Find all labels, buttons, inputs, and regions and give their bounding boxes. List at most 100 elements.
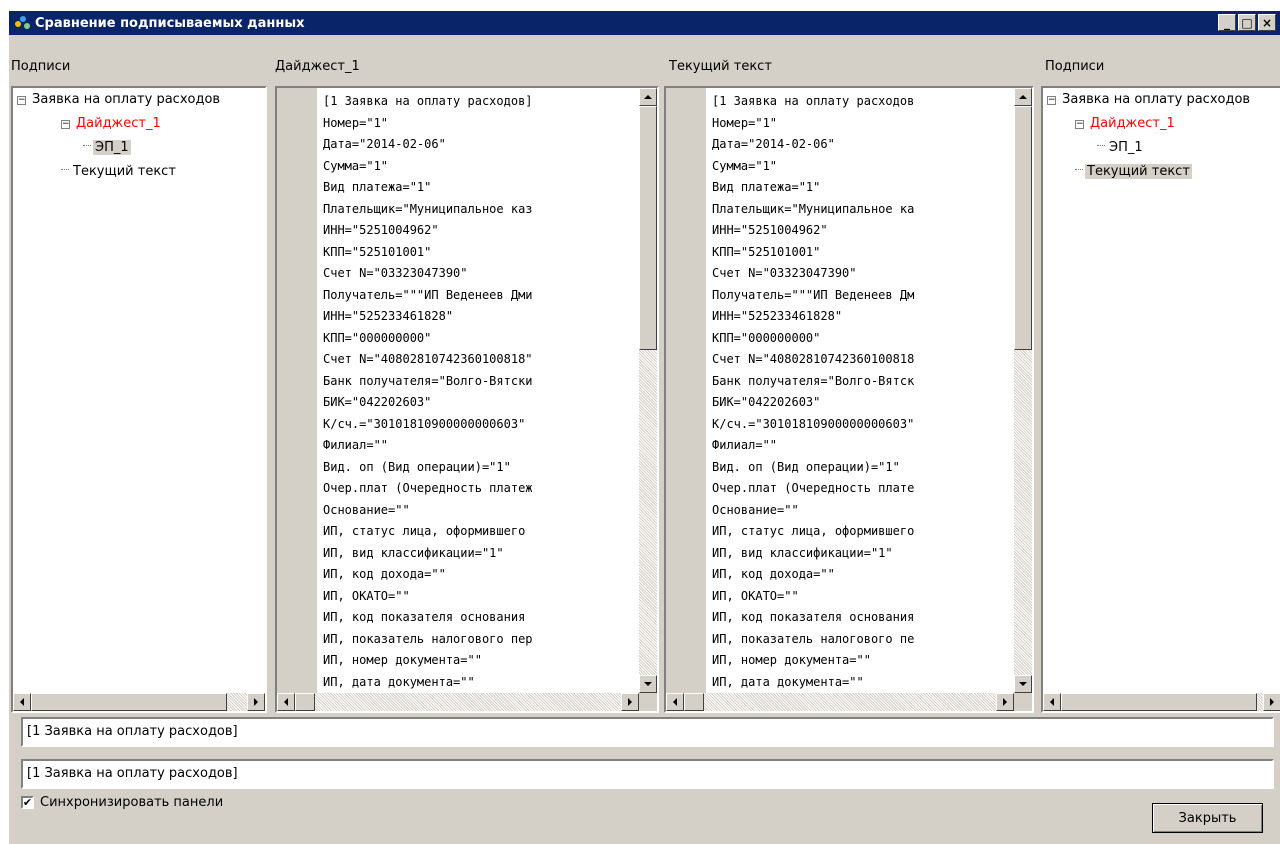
digest-current-line-field[interactable]: [1 Заявка на оплату расходов] — [21, 717, 1274, 747]
right-signatures-tree[interactable]: − Заявка на оплату расходов − Дайджест_1 Э… — [1041, 86, 1280, 713]
scroll-right-button[interactable] — [621, 693, 639, 711]
text-line: Вид платежа="1" — [712, 180, 821, 194]
title-bar[interactable]: Сравнение подписываемых данных _ □ × — [9, 11, 1280, 35]
text-line: [1 Заявка на оплату расходов] — [323, 94, 533, 108]
sync-panels-checkbox[interactable]: ✔ Синхронизировать панели — [21, 795, 223, 810]
tree-node-label: Заявка на оплату расходов — [32, 92, 221, 107]
checkbox-box[interactable]: ✔ — [21, 796, 34, 809]
scroll-right-button[interactable] — [1263, 693, 1280, 711]
scroll-right-button[interactable] — [247, 693, 265, 711]
scroll-up-button[interactable] — [639, 88, 657, 106]
tree-node-label: Дайджест_1 — [1090, 116, 1175, 131]
text-line: К/сч.="30101810900000000603" — [323, 416, 526, 431]
check-icon: ✔ — [22, 796, 33, 809]
arrow-up-icon — [644, 95, 652, 99]
text-line: Очер.плат (Очередность плате — [712, 481, 915, 495]
minimize-icon: _ — [1224, 15, 1230, 30]
left-signatures-label: Подписи — [11, 59, 71, 74]
text-line: Счет N="03323047390" — [712, 266, 857, 280]
scroll-down-button[interactable] — [1014, 675, 1032, 693]
text-line: БИК="042202603" — [712, 395, 821, 409]
digest-label: Дайджест_1 — [275, 59, 360, 74]
tree-node-current-text[interactable]: Текущий текст — [17, 162, 222, 186]
text-line: Сумма="1" — [712, 158, 778, 173]
text-line: ИП, код показателя основания — [712, 610, 915, 624]
tree-node-digest[interactable]: − Дайджест_1 — [17, 114, 222, 138]
scroll-thumb[interactable] — [639, 106, 657, 350]
scroll-thumb[interactable] — [31, 693, 227, 711]
horizontal-scrollbar[interactable] — [277, 693, 639, 711]
tree-node-current-text[interactable]: Текущий текст — [1047, 162, 1252, 186]
text-line: ИП, показатель налогового пер — [323, 631, 533, 646]
current-text-content[interactable]: [1 Заявка на оплату расходов Номер="1" Дат… — [712, 91, 914, 693]
maximize-button[interactable]: □ — [1238, 14, 1256, 31]
arrow-right-icon — [254, 698, 258, 706]
minimize-button[interactable]: _ — [1218, 14, 1236, 31]
tree-connector — [83, 145, 91, 146]
collapse-icon[interactable]: − — [17, 96, 26, 105]
current-text-pane[interactable]: [1 Заявка на оплату расходов Номер="1" Дат… — [664, 86, 1034, 713]
tree-node-digest[interactable]: − Дайджест_1 — [1047, 114, 1252, 138]
vertical-scrollbar[interactable] — [1014, 88, 1032, 693]
text-line: Номер="1" — [323, 115, 389, 130]
horizontal-scrollbar[interactable] — [1043, 693, 1280, 711]
scroll-corner — [1014, 693, 1032, 711]
text-line: КПП="525101001" — [323, 244, 432, 259]
vertical-scrollbar[interactable] — [639, 88, 657, 693]
app-icon — [15, 15, 31, 31]
horizontal-scrollbar[interactable] — [13, 693, 265, 711]
arrow-down-icon — [644, 682, 652, 686]
text-line: Номер="1" — [712, 115, 778, 130]
collapse-icon[interactable]: − — [61, 120, 70, 129]
text-line: ИНН="5251004962" — [712, 223, 828, 237]
scroll-left-button[interactable] — [1043, 693, 1061, 711]
text-line: Основание="" — [712, 502, 799, 517]
scroll-up-button[interactable] — [1014, 88, 1032, 106]
scroll-thumb[interactable] — [1061, 693, 1257, 711]
scroll-left-button[interactable] — [277, 693, 295, 711]
arrow-left-icon — [284, 698, 288, 706]
horizontal-scrollbar[interactable] — [666, 693, 1014, 711]
tree-connector — [1097, 145, 1105, 146]
tree-node-root[interactable]: − Заявка на оплату расходов — [1047, 90, 1252, 114]
scroll-thumb[interactable] — [1014, 106, 1032, 350]
text-line: Дата="2014-02-06" — [323, 137, 446, 151]
text-line: Сумма="1" — [323, 158, 389, 173]
text-line: Дата="2014-02-06" — [712, 137, 835, 151]
text-line: ИП, номер документа="" — [323, 653, 482, 667]
text-line: ИНН="525233461828" — [323, 309, 454, 323]
tree-connector — [61, 169, 69, 170]
text-line: ИП, код дохода="" — [323, 567, 446, 581]
text-line: Счет N="03323047390" — [323, 266, 468, 280]
scroll-thumb[interactable] — [295, 693, 315, 711]
line-gutter — [666, 88, 706, 693]
close-button[interactable]: Закрыть — [1152, 803, 1263, 833]
collapse-icon[interactable]: − — [1075, 120, 1084, 129]
tree-node-signature[interactable]: ЭП_1 — [17, 138, 222, 162]
text-line: ИП, дата документа="" — [323, 674, 475, 689]
close-window-button[interactable]: × — [1258, 14, 1276, 31]
tree-node-signature[interactable]: ЭП_1 — [1047, 138, 1252, 162]
text-line: КПП="525101001" — [712, 244, 821, 259]
text-line: Получатель="""ИП Веденеев Дми — [323, 287, 533, 302]
tree-connector — [1075, 169, 1083, 170]
text-line: ИП, статус лица, оформившего — [323, 524, 526, 538]
text-line: Плательщик="Муниципальное ка — [712, 201, 915, 216]
tree-node-root[interactable]: − Заявка на оплату расходов — [17, 90, 222, 114]
text-line: Счет N="40802810742360100818 — [712, 352, 915, 366]
digest-text-pane[interactable]: [1 Заявка на оплату расходов] Номер="1" Да… — [275, 86, 659, 713]
scroll-left-button[interactable] — [13, 693, 31, 711]
scroll-thumb[interactable] — [684, 693, 704, 711]
arrow-right-icon — [628, 698, 632, 706]
digest-text-content[interactable]: [1 Заявка на оплату расходов] Номер="1" Да… — [323, 91, 533, 693]
scroll-left-button[interactable] — [666, 693, 684, 711]
scroll-right-button[interactable] — [996, 693, 1014, 711]
left-signatures-tree[interactable]: − Заявка на оплату расходов − Дайджест_1 Э… — [11, 86, 267, 713]
tree-node-label: ЭП_1 — [1109, 140, 1143, 155]
collapse-icon[interactable]: − — [1047, 96, 1056, 105]
tree-node-label: Заявка на оплату расходов — [1062, 92, 1251, 107]
text-line: ИП, код показателя основания — [323, 610, 526, 624]
current-text-line-field[interactable]: [1 Заявка на оплату расходов] — [21, 759, 1274, 789]
scroll-down-button[interactable] — [639, 675, 657, 693]
window-title: Сравнение подписываемых данных — [35, 15, 305, 31]
